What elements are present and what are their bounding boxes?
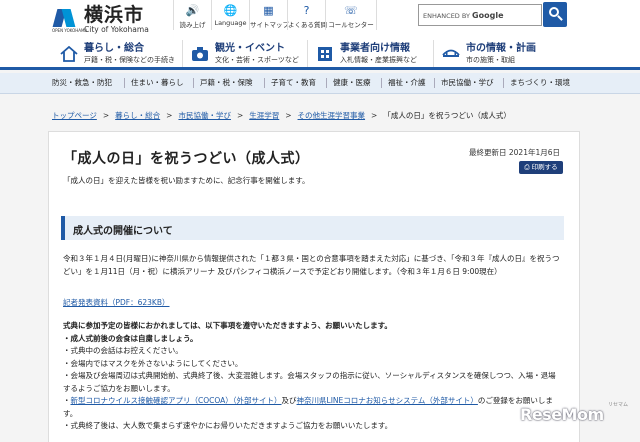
logo-mark: OPEN YOKOHAMA [52, 7, 87, 33]
last-updated: 最終更新日 2021年1月6日 [469, 148, 561, 157]
category-link[interactable]: 子育て・教育 [264, 78, 316, 88]
main-nav: 暮らし・総合 戸籍・税・保険などの手続き 観光・イベント 文化・芸術・スポーツなど … [0, 40, 640, 70]
tool-sitemap[interactable]: ▦ サイトマップ [249, 0, 289, 30]
phone-icon: ☏ [344, 4, 358, 17]
category-link[interactable]: 住まい・暮らし [124, 78, 184, 88]
breadcrumb-link[interactable]: 市民協働・学び [178, 111, 231, 120]
mainnav-business[interactable]: 事業者向け情報 入札情報・産業振興など [307, 40, 433, 67]
sitemap-icon: ▦ [263, 4, 274, 17]
site-header: OPEN YOKOHAMA 横浜市 City of Yokohama 🔊 読み上… [0, 0, 640, 40]
bridge-icon [442, 49, 460, 57]
resemom-watermark: ReseMom リセマム [520, 402, 629, 424]
category-link[interactable]: 福祉・介護 [381, 78, 426, 88]
line-system-link[interactable]: 神奈川県LINEコロナお知らせシステム（外部サイト） [297, 396, 478, 405]
breadcrumb-link[interactable]: その他生涯学習事業 [298, 111, 366, 120]
print-button[interactable]: ⎙ 印刷する [519, 161, 563, 174]
tool-faq[interactable]: ? よくある質問 [287, 0, 327, 30]
breadcrumb: トップページ > 暮らし・総合 > 市民協働・学び > 生涯学習 > その他生涯学習事業 > 「成人… [52, 111, 511, 120]
breadcrumb-link[interactable]: 生涯学習 [249, 111, 279, 120]
search-button[interactable] [543, 2, 567, 27]
category-link[interactable]: 戸籍・税・保険 [193, 78, 253, 88]
tool-language[interactable]: 🌐 Language [211, 0, 249, 30]
speaker-icon: 🔊 [185, 4, 200, 17]
breadcrumb-link[interactable]: トップページ [52, 111, 97, 120]
mainnav-tourism[interactable]: 観光・イベント 文化・芸術・スポーツなど [182, 40, 307, 67]
logo-subtitle: City of Yokohama [84, 25, 149, 34]
mainnav-city-info[interactable]: 市の情報・計画 市の施策・取組 [433, 40, 583, 67]
cocoa-app-link[interactable]: 新型コロナウイルス接触確認アプリ（COCOA）（外部サイト） [71, 396, 282, 405]
category-link[interactable]: 防災・救急・防犯 [46, 78, 112, 88]
press-release-link-wrap: 記者発表資料（PDF：623KB） [63, 297, 563, 310]
tool-read-aloud[interactable]: 🔊 読み上げ [173, 0, 211, 30]
section-heading: 成人式の開催について [61, 216, 564, 240]
printer-icon: ⎙ [524, 163, 532, 171]
camera-icon [192, 46, 208, 61]
category-link[interactable]: まちづくり・環境 [503, 78, 570, 88]
question-icon: ? [303, 4, 310, 17]
category-link[interactable]: 健康・医療 [326, 78, 371, 88]
logo-title: 横浜市 [84, 4, 145, 26]
tool-call-center[interactable]: ☏ コールセンター [325, 0, 377, 30]
page-title: 「成人の日」を祝うつどい（成人式） [63, 151, 310, 167]
lead-text: 「成人の日」を迎えた皆様を祝い励ますために、記念行事を開催します。 [63, 176, 310, 185]
paragraph: 令和３年１月４日(月曜日)に神奈川県から情報提供された「１都３県・国との合意事項… [63, 254, 560, 276]
breadcrumb-current: 「成人の日」を祝うつどい（成人式） [383, 111, 511, 120]
category-link[interactable]: 市民協働・学び [434, 78, 494, 88]
category-bar: 防災・救急・防犯 住まい・暮らし 戸籍・税・保険 子育て・教育 健康・医療 福祉… [0, 73, 640, 94]
utility-tools: 🔊 読み上げ 🌐 Language ▦ サイトマップ ? よくある質問 ☏ コー… [173, 0, 377, 30]
house-icon [60, 45, 78, 62]
notice-list: 式典に参加予定の皆様におかれましては、以下事項を遵守いただきますよう、お願いいた… [63, 321, 556, 430]
building-icon [318, 46, 332, 61]
mainnav-living[interactable]: 暮らし・総合 戸籍・税・保険などの手続き [52, 40, 182, 67]
site-logo[interactable]: OPEN YOKOHAMA 横浜市 City of Yokohama [52, 5, 149, 34]
globe-icon: 🌐 [223, 4, 238, 17]
press-release-link[interactable]: 記者発表資料（PDF：623KB） [63, 298, 170, 307]
search-input[interactable]: ENHANCED BY Google [418, 4, 542, 26]
breadcrumb-link[interactable]: 暮らし・総合 [115, 111, 160, 120]
